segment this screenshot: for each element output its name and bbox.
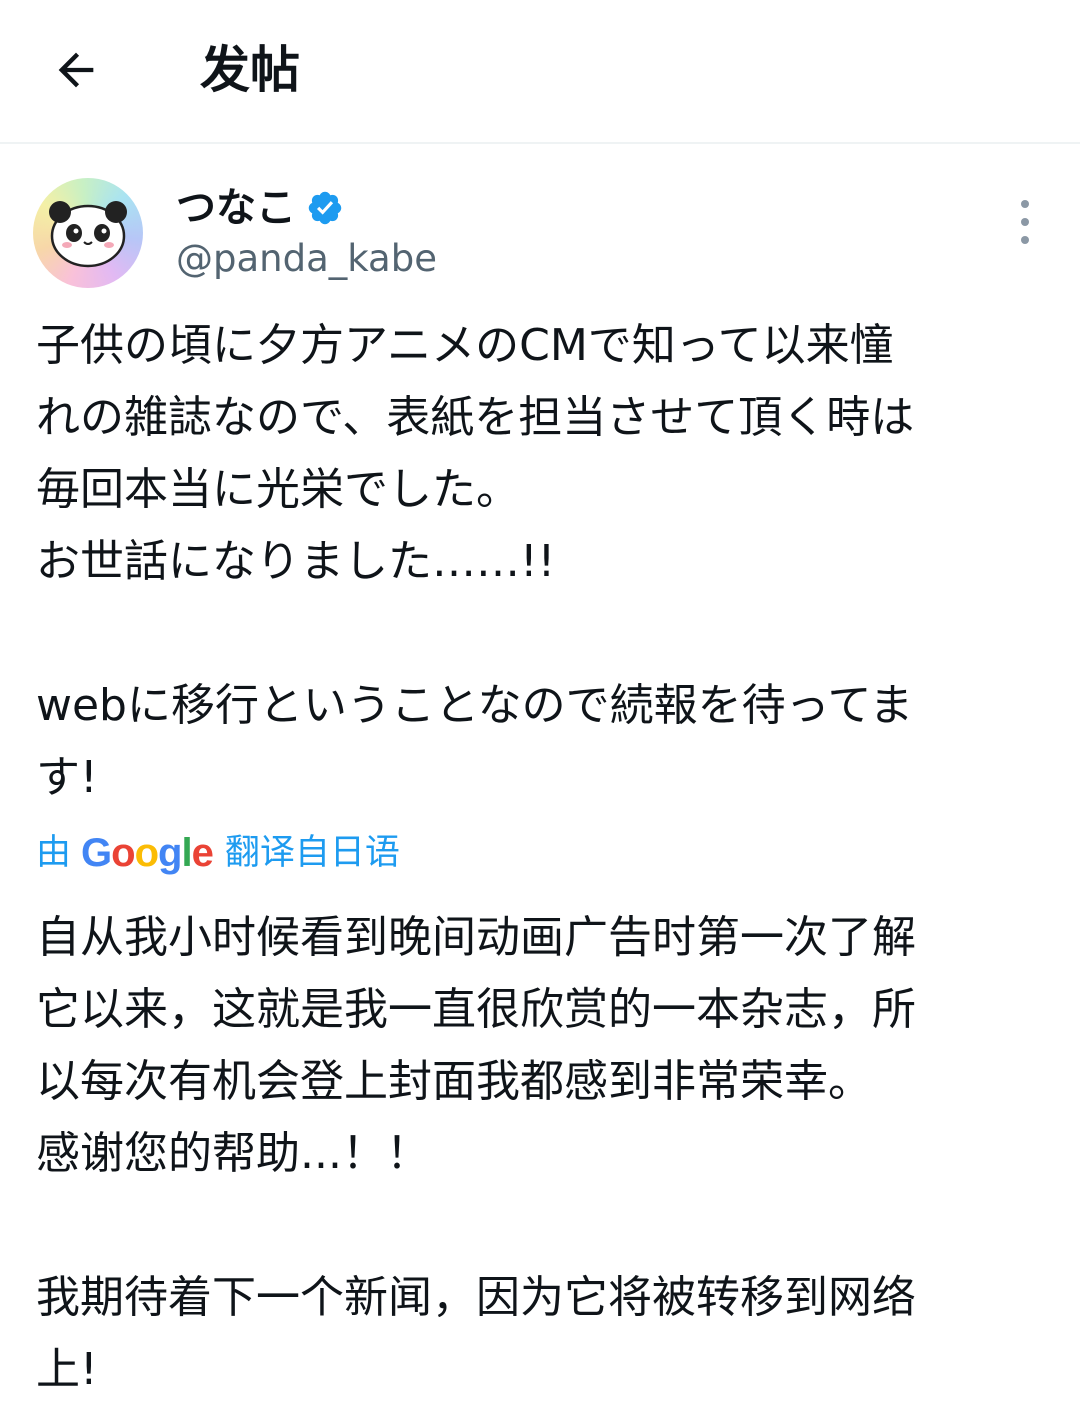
author-display-name[interactable]: つなこ [176, 184, 344, 232]
page-title: 发帖 [200, 41, 300, 99]
dot-icon [1021, 200, 1029, 208]
panda-avatar [49, 201, 127, 268]
translation-prefix: 由 [36, 833, 72, 873]
translation-suffix: 翻译自日语 [224, 833, 400, 873]
translation-attribution[interactable]: 由 Google 翻译自日语 [36, 828, 400, 878]
post-original-text: 子供の頃に夕方アニメのCMで知って以来憧 れの雑誌なので、表紙を担当させて頂く時… [36, 320, 915, 803]
more-options-button[interactable] [1005, 200, 1045, 244]
author-handle[interactable]: @panda_kabe [176, 236, 437, 282]
google-logo: Google [81, 831, 214, 875]
avatar[interactable] [33, 178, 143, 288]
verified-badge-icon [308, 191, 342, 225]
dot-icon [1021, 236, 1029, 244]
post-translated-text: 自从我小时候看到晚间动画广告时第一次了解 它以来，这就是我一直很欣赏的一本杂志，… [36, 912, 916, 1395]
display-name-text: つなこ [176, 185, 296, 231]
arrow-left-icon [58, 52, 94, 88]
back-button[interactable] [44, 38, 108, 102]
top-app-bar: 发帖 [0, 0, 1080, 144]
dot-icon [1021, 218, 1029, 226]
